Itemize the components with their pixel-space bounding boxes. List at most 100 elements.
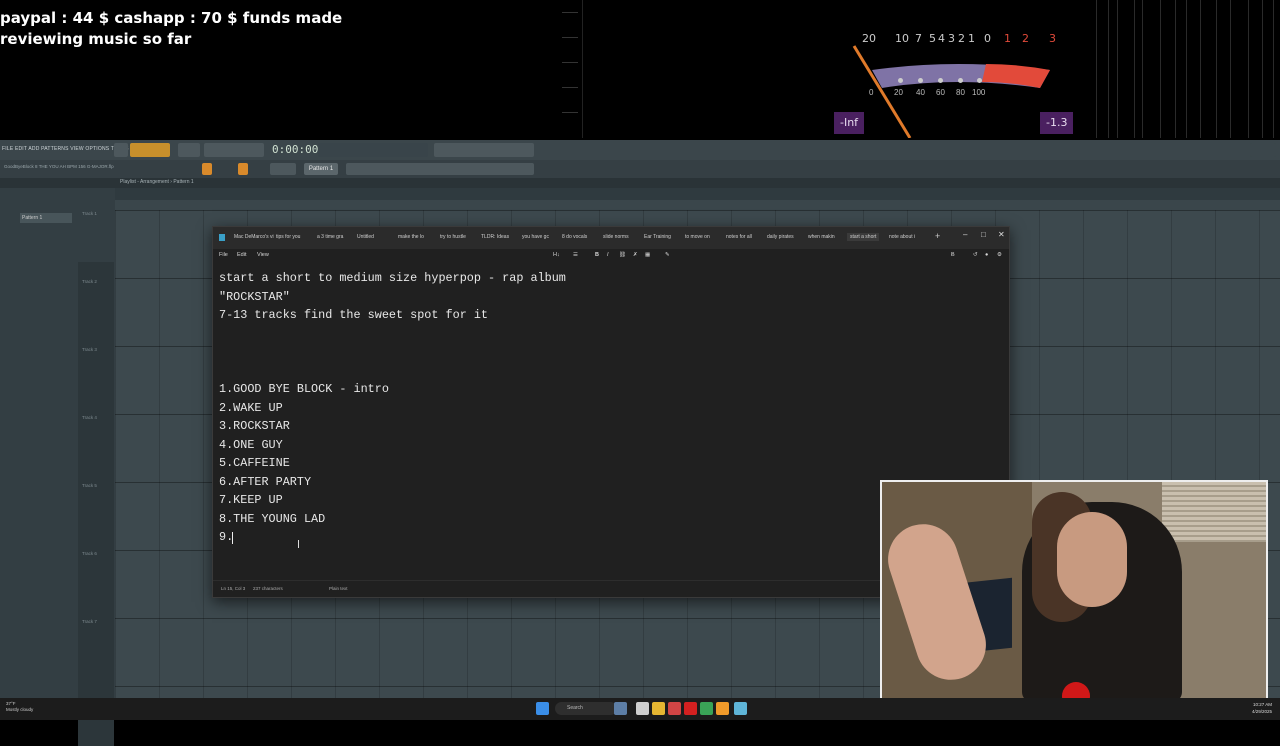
text-line: 5.CAFFEINE [219, 456, 290, 470]
notepad-tab[interactable]: to move on [685, 234, 710, 240]
playlist-path: Playlist - Arrangement › Pattern 1 [120, 179, 194, 185]
tempo-display[interactable] [178, 143, 200, 157]
chrome-icon[interactable] [700, 702, 713, 715]
vu-scale-label: 4 [938, 32, 945, 45]
menu-file[interactable]: File [219, 252, 228, 258]
menu-view[interactable]: View [257, 252, 269, 258]
track-label: Track 6 [82, 551, 97, 556]
taskbar-clock[interactable]: 10:27 AM 4/29/2025 [1252, 701, 1272, 715]
text-line: 8.THE YOUNG LAD [219, 511, 326, 526]
settings-icon[interactable]: ⚙ [997, 252, 1002, 258]
notepad-tab[interactable]: note about i [889, 234, 915, 240]
text-line: 7-13 tracks find the sweet spot for it [219, 308, 489, 322]
text-caret [232, 532, 233, 544]
notepad-tab-active[interactable]: start a short [847, 233, 880, 241]
vu-scale-label: 5 [929, 32, 936, 45]
vu-scale-label: 3 [948, 32, 955, 45]
clock-time: 10:27 AM [1252, 702, 1272, 707]
fl-hint-bar: GoodByeBlock 8 THE YOU AH BPM 156 G-MAJO… [0, 160, 1280, 178]
browser-item[interactable]: Pattern 1 [20, 213, 72, 223]
cursor-position: Ln 15, Col 3 [221, 586, 246, 591]
youtube-icon[interactable] [684, 702, 697, 715]
formatting-icon[interactable]: Ƀ [951, 252, 955, 258]
table-icon[interactable]: ▦ [645, 252, 650, 258]
notepad-tab[interactable]: Ear Training [644, 234, 671, 240]
peak-readout-left: -Inf [834, 112, 865, 134]
text-format: Plain text [329, 586, 348, 591]
weather-text: 37°F Mostly cloudy [6, 701, 34, 712]
bold-icon[interactable]: B [595, 252, 599, 258]
app-icon[interactable] [668, 702, 681, 715]
notepad-icon [219, 234, 225, 241]
folder-icon[interactable] [652, 702, 665, 715]
notepad-tab[interactable]: daily pirates [767, 234, 794, 240]
link-icon[interactable]: ⛓ [619, 252, 626, 258]
notepad-menu-bar: File Edit View H↓ ☰ B I ⛓ ✗ ▦ ✎ Ƀ ↺ ● ⚙ [213, 249, 1009, 263]
notepad-tab[interactable]: you have gc [522, 234, 549, 240]
tool-buttons[interactable] [346, 163, 534, 175]
mouse-cursor-icon [298, 540, 299, 548]
record-tools[interactable] [204, 143, 264, 157]
text-line: start a short to medium size hyperpop - … [219, 271, 566, 285]
text-line: 2.WAKE UP [219, 400, 283, 415]
history-icon[interactable]: ↺ [973, 252, 978, 258]
vu-scale-label: 7 [915, 32, 922, 45]
menu-edit[interactable]: Edit [237, 252, 246, 258]
taskbar-search[interactable]: Search [555, 702, 617, 715]
notepad-tab[interactable]: notes for all [726, 234, 752, 240]
notepad-tab[interactable]: a 3 time gra [317, 234, 343, 240]
vu-dot [898, 78, 903, 83]
snap-button[interactable] [202, 163, 212, 175]
maximize-button[interactable]: □ [981, 230, 986, 239]
copilot-icon[interactable]: ✎ [665, 252, 670, 258]
transport-controls[interactable] [130, 143, 170, 157]
notepad-taskbar-icon[interactable] [734, 702, 747, 715]
start-icon[interactable] [536, 702, 549, 715]
notepad-tab[interactable]: tips for you [276, 234, 300, 240]
stream-overlay: paypal : 44 $ cashapp : 70 $ funds made … [0, 0, 1280, 140]
text-line: 6.AFTER PARTY [219, 474, 312, 489]
scope-tick [562, 87, 578, 88]
notepad-tab[interactable]: 8 do vocals [562, 234, 587, 240]
notepad-tab[interactable]: when makin [808, 234, 835, 240]
vu-percent-label: 60 [936, 88, 945, 97]
close-button[interactable]: ✕ [998, 230, 1005, 239]
scope-tick [562, 12, 578, 13]
pattern-song-toggle[interactable] [114, 143, 128, 157]
list-icon[interactable]: ☰ [573, 252, 578, 258]
fl-menu-bar: FILE EDIT ADD PATTERNS VIEW OPTIONS TOOL… [0, 140, 1280, 160]
toolbar-shortcuts[interactable] [434, 143, 534, 157]
text-line: "ROCKSTAR" [219, 289, 290, 304]
notepad-tab[interactable]: make the lo [398, 234, 424, 240]
task-view-icon[interactable] [614, 702, 627, 715]
timeline-ruler[interactable] [115, 200, 1280, 210]
spectrum-bars [1090, 0, 1280, 138]
weather-widget[interactable]: 37°F Mostly cloudy [6, 701, 33, 713]
pattern-selector[interactable]: Pattern 1 [304, 163, 338, 175]
vu-dot [938, 78, 943, 83]
window-controls[interactable] [1250, 143, 1276, 157]
track-label: Track 7 [82, 619, 97, 624]
webcam-feed [880, 480, 1268, 700]
fl-studio-icon[interactable] [716, 702, 729, 715]
vu-scale-label: 2 [1022, 32, 1029, 45]
notepad-tab[interactable]: Mac DeMarco's vi [234, 234, 274, 240]
notepad-tab[interactable]: Untitled [357, 234, 374, 240]
vu-percent-label: 40 [916, 88, 925, 97]
file-explorer-icon[interactable] [636, 702, 649, 715]
notepad-tab[interactable]: TLDR: Ideas [481, 234, 509, 240]
magnet-button[interactable] [238, 163, 248, 175]
new-tab-button[interactable]: + [935, 231, 940, 241]
text-line: 4.ONE GUY [219, 437, 283, 452]
scope-tick [562, 37, 578, 38]
vu-scale-label: 10 [895, 32, 909, 45]
minimize-button[interactable]: – [963, 230, 967, 239]
clear-format-icon[interactable]: ✗ [633, 252, 638, 258]
snap-selector[interactable] [270, 163, 296, 175]
heading-dropdown-icon[interactable]: H↓ [553, 252, 560, 258]
vu-dot [977, 78, 982, 83]
account-icon[interactable]: ● [985, 252, 988, 258]
notepad-tab[interactable]: slide norms [603, 234, 629, 240]
notepad-tab[interactable]: try to hustle [440, 234, 466, 240]
italic-icon[interactable]: I [607, 252, 609, 258]
